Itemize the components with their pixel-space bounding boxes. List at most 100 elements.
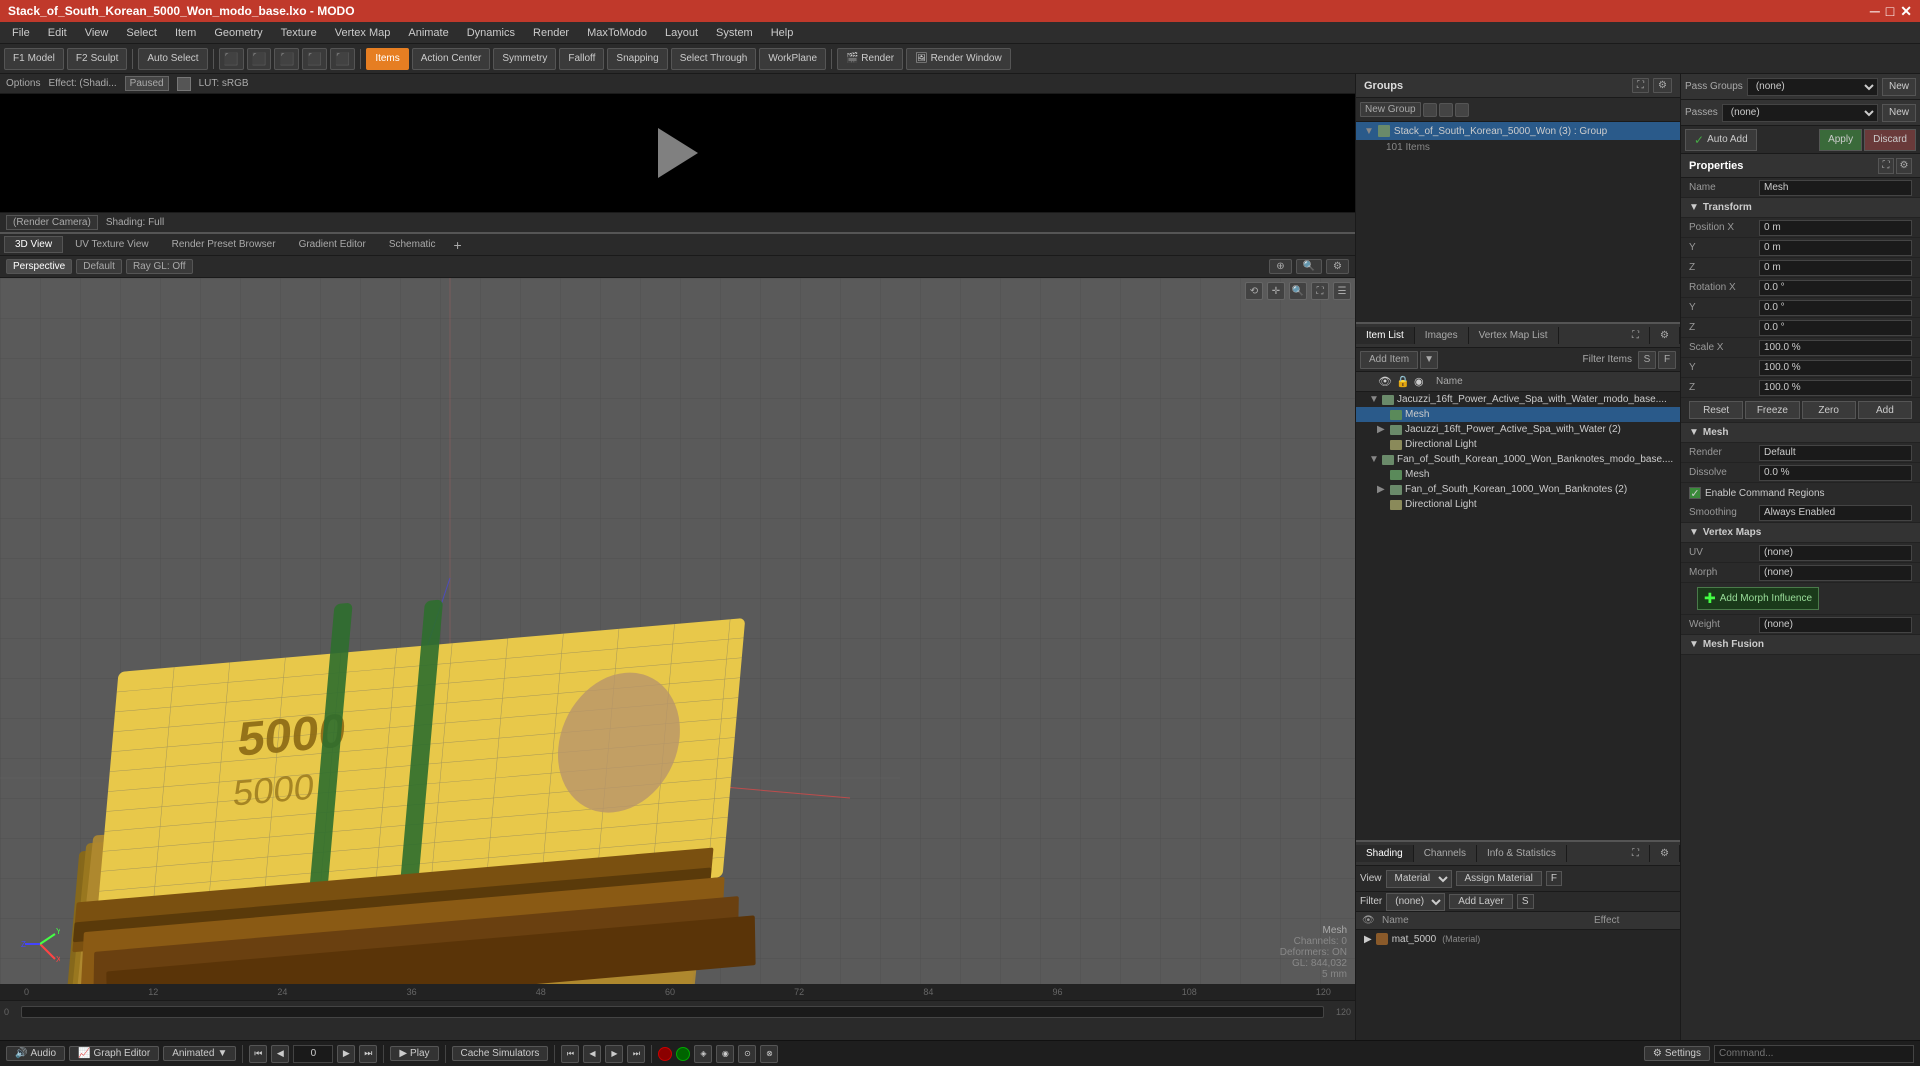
view-select[interactable]: Material [1386,870,1452,888]
symmetry-btn[interactable]: Symmetry [493,48,556,70]
preview-icon[interactable] [177,77,191,91]
select-through-btn[interactable]: Select Through [671,48,757,70]
freeze-btn[interactable]: Freeze [1745,401,1799,419]
mesh-section-header[interactable]: ▼ Mesh [1681,423,1920,443]
tab-item-list[interactable]: Item List [1356,327,1415,344]
weight-value[interactable]: (none) [1759,617,1912,633]
apply-btn[interactable]: Apply [1819,129,1862,151]
pos-z-value[interactable]: 0 m [1759,260,1912,276]
transport-next-btn[interactable]: ▶ [337,1045,355,1063]
vp-zoom-btn[interactable]: 🔍 [1296,259,1322,274]
assign-material-btn[interactable]: Assign Material [1456,871,1542,886]
style-btn[interactable]: Default [76,259,122,274]
transform-section-header[interactable]: ▼ Transform [1681,198,1920,218]
il-expand-1[interactable]: ▼ [1369,394,1379,405]
transport-end-btn[interactable]: ⏭ [359,1045,377,1063]
raygl-btn[interactable]: Ray GL: Off [126,259,193,274]
itemlist-expand-btn[interactable]: ⛶ [1622,327,1650,344]
render-btn[interactable]: 🎬 Render [837,48,903,70]
record-green-btn[interactable] [676,1047,690,1061]
add-morph-influence-btn[interactable]: ✚ Add Morph Influence [1697,587,1819,610]
render-value[interactable]: Default [1759,445,1912,461]
tab-gradient-editor[interactable]: Gradient Editor [288,236,377,253]
props-expand-btn[interactable]: ⛶ [1878,158,1894,174]
mesh-fusion-section-header[interactable]: ▼ Mesh Fusion [1681,635,1920,655]
mat-expand[interactable]: ▶ [1364,934,1372,945]
snapping-btn[interactable]: Snapping [607,48,667,70]
menu-dynamics[interactable]: Dynamics [459,25,523,41]
f2-sculpt-btn[interactable]: F2 Sculpt [67,48,127,70]
groups-expand-btn[interactable]: ⛶ [1632,78,1649,93]
pass-groups-new-btn[interactable]: New [1882,78,1916,96]
list-item-dirlight-2[interactable]: Directional Light [1356,497,1680,512]
minimize-btn[interactable]: ─ [1870,3,1880,20]
menu-select[interactable]: Select [118,25,165,41]
discard-btn[interactable]: Discard [1864,129,1916,151]
list-item-mesh-1[interactable]: Mesh [1356,407,1680,422]
record-btn-2[interactable]: ◀ [583,1045,601,1063]
toolbar-icon-5[interactable]: ⬛ [330,48,355,70]
close-btn[interactable]: ✕ [1900,3,1912,20]
add-tab-btn[interactable]: + [448,235,468,255]
add-item-btn[interactable]: Add Item [1360,351,1418,369]
passes-select[interactable]: (none) [1722,104,1878,122]
shading-expand-btn[interactable]: ⛶ [1622,845,1650,862]
scale-x-value[interactable]: 100.0 % [1759,340,1912,356]
transport-prev-btn[interactable]: ◀ [271,1045,289,1063]
toolbar-icon-3[interactable]: ⬛ [274,48,299,70]
items-btn[interactable]: Items [366,48,408,70]
vp-menu-btn[interactable]: ☰ [1333,282,1351,300]
extra-btn-3[interactable]: ⊙ [738,1045,756,1063]
add-item-dropdown-btn[interactable]: ▼ [1420,351,1438,369]
toolbar-icon-2[interactable]: ⬛ [247,48,272,70]
menu-texture[interactable]: Texture [273,25,325,41]
menu-geometry[interactable]: Geometry [206,25,270,41]
list-item-jacuzzi-sub[interactable]: ▶ Jacuzzi_16ft_Power_Active_Spa_with_Wat… [1356,422,1680,437]
menu-render[interactable]: Render [525,25,577,41]
il-expand-7[interactable]: ▶ [1377,484,1387,495]
play-btn[interactable]: ▶ Play [390,1046,438,1061]
record-btn-1[interactable]: ⏮ [561,1045,579,1063]
filter-select[interactable]: (none) [1386,893,1445,911]
groups-eye-btn[interactable] [1423,103,1437,117]
scale-z-value[interactable]: 100.0 % [1759,380,1912,396]
menu-edit[interactable]: Edit [40,25,75,41]
groups-settings-btn[interactable]: ⚙ [1653,78,1672,93]
tab-render-preset-browser[interactable]: Render Preset Browser [161,236,287,253]
morph-value[interactable]: (none) [1759,565,1912,581]
vp-zoom2-btn[interactable]: 🔍 [1289,282,1307,300]
tab-info-statistics[interactable]: Info & Statistics [1477,845,1567,862]
extra-btn-2[interactable]: ◉ [716,1045,734,1063]
rot-z-value[interactable]: 0.0 ° [1759,320,1912,336]
passes-new-btn[interactable]: New [1882,104,1916,122]
timeline-track[interactable] [21,1006,1324,1018]
tab-shading[interactable]: Shading [1356,845,1414,862]
frame-input[interactable] [293,1045,333,1063]
auto-add-btn[interactable]: ✓ Auto Add [1685,129,1757,151]
props-settings-btn[interactable]: ⚙ [1896,158,1912,174]
vertex-maps-section-header[interactable]: ▼ Vertex Maps [1681,523,1920,543]
filter-s-btn[interactable]: S [1638,351,1656,369]
menu-help[interactable]: Help [763,25,802,41]
smoothing-value[interactable]: Always Enabled [1759,505,1912,521]
falloff-btn[interactable]: Falloff [559,48,604,70]
render-camera-label[interactable]: (Render Camera) [6,215,98,230]
perspective-btn[interactable]: Perspective [6,259,72,274]
menu-animate[interactable]: Animate [400,25,456,41]
vp-orbit-btn[interactable]: ⟲ [1245,282,1263,300]
viewport-3d[interactable]: 5000 5000 5000 HF09210223 D [0,278,1355,984]
preview-options[interactable]: Options [6,78,40,89]
group-item-main[interactable]: ▼ Stack_of_South_Korean_5000_Won (3) : G… [1356,122,1680,140]
il-expand-5[interactable]: ▼ [1369,454,1379,465]
action-center-btn[interactable]: Action Center [412,48,491,70]
rot-x-value[interactable]: 0.0 ° [1759,280,1912,296]
extra-btn-4[interactable]: ⊗ [760,1045,778,1063]
name-input[interactable] [1759,180,1912,196]
shading-settings-btn[interactable]: ⚙ [1650,845,1680,862]
audio-btn[interactable]: 🔊 Audio [6,1046,65,1061]
vp-fit-btn[interactable]: ⛶ [1311,282,1329,300]
tab-channels[interactable]: Channels [1414,845,1477,862]
cache-simulators-btn[interactable]: Cache Simulators [452,1046,549,1061]
list-item-mesh-2[interactable]: Mesh [1356,467,1680,482]
graph-editor-btn[interactable]: 📈 Graph Editor [69,1046,159,1061]
